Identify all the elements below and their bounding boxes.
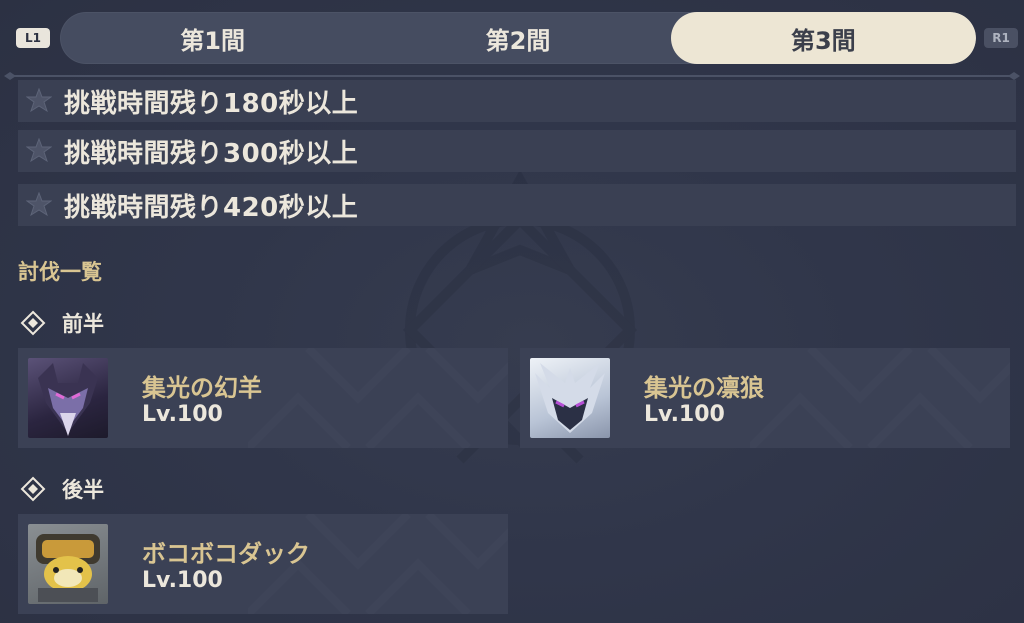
enemy-portrait: [28, 524, 108, 604]
enemy-name: 集光の幻羊: [142, 374, 262, 402]
enemy-card[interactable]: ボコボコダック Lv.100: [18, 514, 508, 614]
star-icon: [26, 88, 52, 113]
header-divider: [4, 72, 1020, 80]
condition-row: 挑戦時間残り180秒以上: [18, 80, 1016, 122]
enemy-level: Lv.100: [142, 568, 223, 593]
tab-chamber-2[interactable]: 第2間: [365, 12, 670, 64]
enemy-card[interactable]: 集光の幻羊 Lv.100: [18, 348, 508, 448]
condition-row: 挑戦時間残り300秒以上: [18, 130, 1016, 172]
tab-chamber-1[interactable]: 第1間: [60, 12, 365, 64]
diamond-icon: [20, 476, 46, 502]
second-half-heading: 後半: [20, 474, 104, 504]
second-half-label: 後半: [62, 478, 104, 502]
chamber-tabs: 第1間 第2間 第3間: [60, 12, 976, 64]
first-half-label: 前半: [62, 312, 104, 336]
enemy-portrait: [28, 358, 108, 438]
enemy-name: ボコボコダック: [142, 540, 310, 568]
screen: L1 第1間 第2間 第3間 R1 挑戦時間残り180秒以上 挑戦時間残り300…: [0, 0, 1024, 623]
condition-text: 挑戦時間残り180秒以上: [64, 88, 359, 119]
l1-key-hint[interactable]: L1: [16, 28, 50, 48]
condition-row: 挑戦時間残り420秒以上: [18, 184, 1016, 226]
condition-text: 挑戦時間残り300秒以上: [64, 138, 359, 169]
enemy-card[interactable]: 集光の凛狼 Lv.100: [520, 348, 1010, 448]
first-half-heading: 前半: [20, 308, 104, 338]
enemy-level: Lv.100: [644, 402, 725, 427]
tab-chamber-3[interactable]: 第3間: [670, 12, 976, 64]
enemy-list-title: 討伐一覧: [18, 260, 102, 284]
card-pattern: [750, 348, 1010, 448]
enemy-level: Lv.100: [142, 402, 223, 427]
diamond-icon: [20, 310, 46, 336]
star-icon: [26, 192, 52, 217]
r1-key-hint[interactable]: R1: [984, 28, 1018, 48]
enemy-name: 集光の凛狼: [644, 374, 764, 402]
condition-text: 挑戦時間残り420秒以上: [64, 192, 359, 223]
enemy-portrait: [530, 358, 610, 438]
card-pattern: [248, 348, 508, 448]
star-icon: [26, 138, 52, 163]
